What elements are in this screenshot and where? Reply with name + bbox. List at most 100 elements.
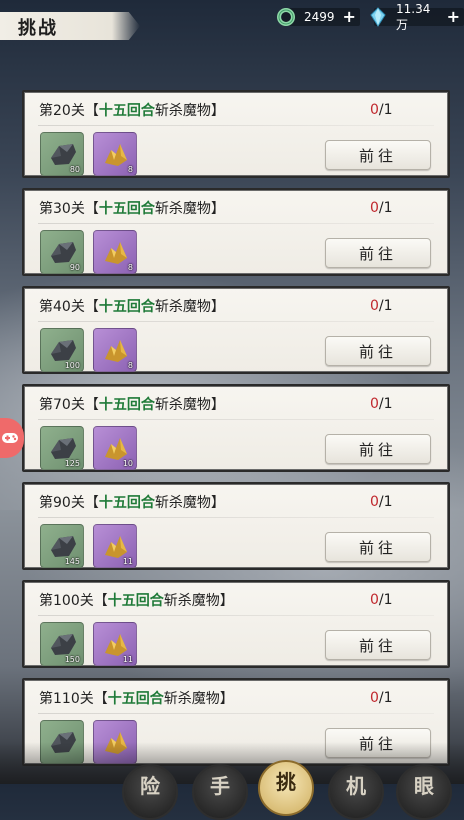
bracket-close: 】 [219, 593, 234, 609]
add-jade-button[interactable]: + [343, 9, 356, 25]
eye-icon: 眼 [414, 774, 434, 798]
challenge-card: 第90关【十五回合斩杀魔物】 0/1 145 11 前往 [22, 482, 450, 570]
progress-total: /1 [378, 102, 393, 118]
card-divider [38, 713, 434, 714]
jade-amount: 2499 [304, 10, 335, 24]
condition-text: 斩杀魔物 [154, 103, 211, 119]
progress-total: /1 [378, 494, 393, 510]
progress-counter: 0/1 [370, 200, 393, 216]
reward-item-ore[interactable]: 90 [40, 230, 84, 274]
card-divider [38, 321, 434, 322]
item-count: 90 [69, 263, 80, 272]
progress-total: /1 [378, 200, 393, 216]
stage-label: 第20关 [39, 103, 85, 119]
go-button[interactable]: 前往 [325, 532, 431, 562]
reward-item-gold[interactable]: 10 [93, 426, 137, 470]
stage-label: 第110关 [39, 691, 94, 707]
bracket-close: 】 [210, 299, 225, 315]
card-divider [38, 615, 434, 616]
item-count: 8 [127, 263, 133, 272]
progress-counter: 0/1 [370, 690, 393, 706]
bracket-close: 】 [210, 495, 225, 511]
progress-current: 0 [370, 396, 379, 412]
item-count: 100 [64, 361, 80, 370]
item-count: 11 [122, 655, 133, 664]
gem-currency: 11.34万 + [368, 2, 464, 32]
item-count: 125 [64, 459, 80, 468]
go-button[interactable]: 前往 [325, 238, 431, 268]
stage-label: 第30关 [39, 201, 85, 217]
bracket-open: 【 [84, 495, 99, 511]
reward-item-ore[interactable]: 80 [40, 132, 84, 176]
bracket-close: 】 [210, 103, 225, 119]
page-title: 挑战 [18, 18, 58, 39]
item-count: 80 [69, 165, 80, 174]
progress-total: /1 [378, 592, 393, 608]
item-count: 10 [122, 459, 133, 468]
go-button[interactable]: 前往 [325, 336, 431, 366]
challenge-card: 第40关【十五回合斩杀魔物】 0/1 100 8 前往 [22, 286, 450, 374]
progress-counter: 0/1 [370, 396, 393, 412]
reward-item-gold[interactable]: 11 [93, 622, 137, 666]
reward-item-gold[interactable]: 8 [93, 230, 137, 274]
challenge-title: 第90关【十五回合斩杀魔物】 [39, 492, 225, 512]
progress-current: 0 [370, 690, 379, 706]
nav-machine[interactable]: 机 [328, 764, 384, 820]
progress-counter: 0/1 [370, 102, 393, 118]
condition-highlight: 十五回合 [107, 691, 164, 707]
crystal-icon [368, 7, 388, 27]
bracket-open: 【 [84, 103, 99, 119]
reward-item-gold[interactable]: 11 [93, 524, 137, 568]
reward-item-ore[interactable]: 150 [40, 622, 84, 666]
challenge-title: 第110关【十五回合斩杀魔物】 [39, 688, 234, 708]
jade-currency: 2499 + [276, 6, 360, 28]
reward-item-ore[interactable]: 145 [40, 524, 84, 568]
go-button[interactable]: 前往 [325, 630, 431, 660]
item-count: 11 [122, 557, 133, 566]
progress-total: /1 [378, 690, 393, 706]
condition-highlight: 十五回合 [98, 201, 155, 217]
nav-challenge[interactable]: 挑 [258, 760, 314, 816]
bracket-open: 【 [84, 201, 99, 217]
gamepad-icon [2, 433, 18, 443]
item-count: 8 [127, 361, 133, 370]
bracket-open: 【 [84, 397, 99, 413]
progress-current: 0 [370, 592, 379, 608]
stage-label: 第100关 [39, 593, 94, 609]
challenge-title: 第40关【十五回合斩杀魔物】 [39, 296, 225, 316]
reward-item-gold[interactable]: 8 [93, 328, 137, 372]
bracket-open: 【 [84, 299, 99, 315]
condition-text: 斩杀魔物 [154, 299, 211, 315]
item-count: 145 [64, 557, 80, 566]
top-bar: 挑战 2499 + 11.34万 + [0, 0, 464, 44]
reward-item-ore[interactable]: 125 [40, 426, 84, 470]
progress-current: 0 [370, 298, 379, 314]
bracket-close: 】 [219, 691, 234, 707]
nav-adventure[interactable]: 险 [122, 764, 178, 820]
progress-current: 0 [370, 200, 379, 216]
nav-eye[interactable]: 眼 [396, 764, 452, 820]
nav-hand[interactable]: 手 [192, 764, 248, 820]
condition-text: 斩杀魔物 [154, 397, 211, 413]
progress-counter: 0/1 [370, 592, 393, 608]
reward-item-gold[interactable]: 8 [93, 132, 137, 176]
condition-highlight: 十五回合 [98, 299, 155, 315]
add-gem-button[interactable]: + [447, 9, 460, 25]
machine-icon: 机 [346, 774, 366, 798]
floating-gamepad-tab[interactable] [0, 418, 24, 458]
challenge-list[interactable]: 第20关【十五回合斩杀魔物】 0/1 80 8 前往 第30关【十五回合斩杀魔物… [22, 90, 450, 776]
item-count: 8 [127, 165, 133, 174]
challenge-icon: 挑 [276, 770, 296, 794]
challenge-title: 第20关【十五回合斩杀魔物】 [39, 100, 225, 120]
card-divider [38, 419, 434, 420]
card-divider [38, 223, 434, 224]
reward-item-ore[interactable]: 100 [40, 328, 84, 372]
condition-text: 斩杀魔物 [154, 495, 211, 511]
go-button[interactable]: 前往 [325, 434, 431, 464]
challenge-card: 第70关【十五回合斩杀魔物】 0/1 125 10 前往 [22, 384, 450, 472]
jade-ring-icon [276, 7, 296, 27]
bracket-close: 】 [210, 201, 225, 217]
bottom-nav: 险 手 挑 机 眼 [0, 742, 464, 820]
progress-total: /1 [378, 396, 393, 412]
go-button[interactable]: 前往 [325, 140, 431, 170]
